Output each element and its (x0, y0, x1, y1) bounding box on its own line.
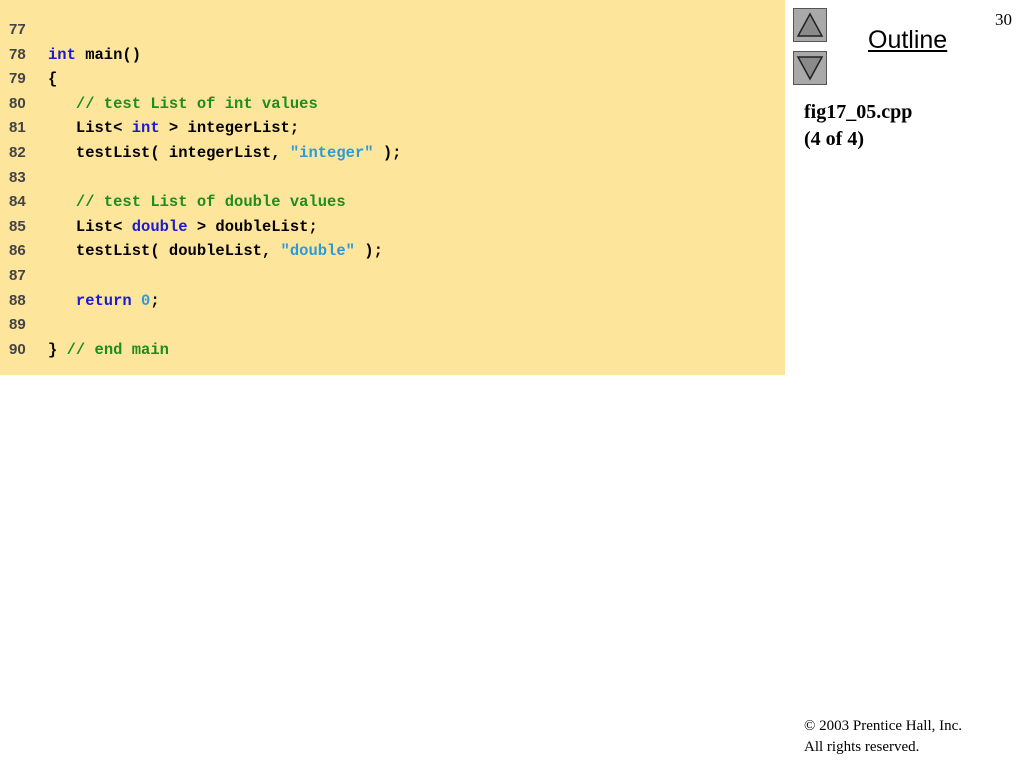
code-line: 80 // test List of int values (0, 92, 785, 116)
line-number: 83 (9, 168, 26, 186)
page-number: 30 (995, 10, 1012, 29)
file-name: fig17_05.cpp (804, 101, 913, 123)
line-number: 82 (9, 144, 26, 161)
code-text: List< int > integerList; (48, 116, 299, 140)
line-number: 88 (9, 291, 26, 309)
code-token: } (48, 340, 67, 359)
code-token: int (48, 45, 76, 64)
triangle-up-icon (796, 12, 824, 37)
file-part: (4 of 4) (804, 128, 864, 150)
code-token: > doubleList; (187, 217, 318, 236)
code-token: ; (150, 291, 160, 310)
code-line: 77 (0, 18, 785, 42)
code-token: List< (48, 217, 132, 236)
code-token: // test List of double values (75, 193, 346, 212)
code-token: List< (48, 119, 132, 138)
previous-slide-button[interactable] (793, 8, 827, 42)
rights-line: All rights reserved. (804, 739, 920, 755)
line-number: 79 (9, 70, 26, 88)
line-number: 84 (9, 193, 26, 211)
line-number: 81 (9, 119, 26, 137)
code-line: 79 { (0, 67, 785, 91)
code-token: main() (75, 45, 142, 64)
code-text: } // end main (48, 338, 169, 362)
code-line: 88 return 0; (0, 289, 785, 313)
triangle-down-icon (796, 56, 824, 81)
code-text: // test List of double values (48, 190, 346, 214)
code-token: ); (354, 242, 383, 261)
line-number: 85 (9, 217, 26, 235)
code-line: 84 // test List of double values (0, 190, 785, 214)
code-token: return (75, 291, 132, 310)
code-token: // test List of int values (75, 94, 318, 113)
copyright-line: © 2003 Prentice Hall, Inc. (804, 718, 963, 734)
code-line: 86 testList( doubleList, "double" ); (0, 239, 785, 263)
line-number: 89 (9, 316, 26, 334)
line-number: 87 (9, 267, 26, 284)
code-text: int main() (48, 43, 141, 67)
code-token: testList( doubleList, (48, 242, 281, 261)
code-line: 90} // end main (0, 338, 785, 362)
code-line: 89 (0, 313, 785, 337)
code-token: > integerList; (159, 119, 300, 138)
code-token: double (131, 217, 188, 236)
code-listing: 77 78 int main() 79 {80 // test List of int … (0, 0, 785, 375)
code-token: testList( integerList, (48, 144, 290, 162)
code-token: // end main (66, 340, 169, 359)
code-text: return 0; (48, 289, 160, 313)
code-token: "double" (280, 242, 355, 261)
line-number: 77 (9, 21, 26, 38)
code-line: 87 (0, 264, 785, 288)
code-line: 82 testList( integerList, "integer" ); (0, 141, 785, 165)
code-text: testList( doubleList, "double" ); (48, 239, 383, 263)
line-number: 78 (9, 45, 26, 63)
code-token: "integer" (289, 144, 374, 162)
code-line: 85 List< double > doubleList; (0, 215, 785, 239)
line-number: 90 (9, 340, 26, 358)
code-text: testList( integerList, "integer" ); (48, 141, 402, 165)
outline-link[interactable]: Outline (868, 26, 947, 55)
code-text: { (48, 67, 57, 91)
code-token: 0 (141, 291, 151, 310)
next-slide-button[interactable] (793, 51, 827, 85)
line-number: 86 (9, 242, 26, 260)
code-line: 83 (0, 166, 785, 190)
code-text: // test List of int values (48, 92, 318, 116)
code-line: 78 int main() (0, 43, 785, 67)
code-line: 81 List< int > integerList; (0, 116, 785, 140)
code-token: ); (373, 144, 402, 162)
code-token: int (131, 119, 160, 138)
code-token: { (48, 70, 58, 89)
code-text: List< double > doubleList; (48, 215, 318, 239)
line-number: 80 (9, 94, 26, 112)
